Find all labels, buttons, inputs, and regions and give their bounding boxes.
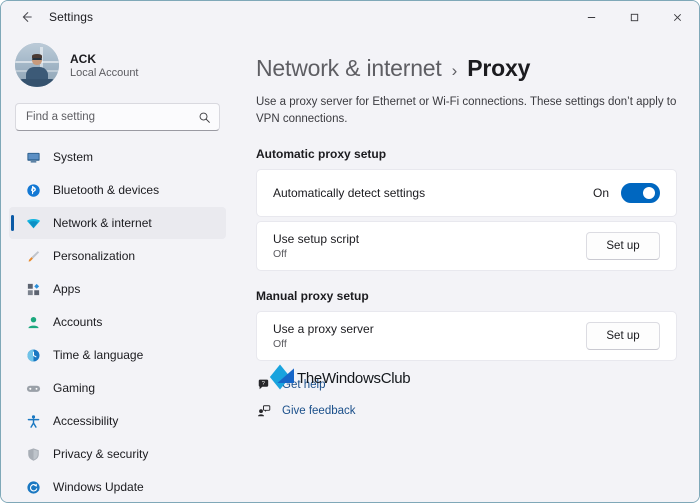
row-automatically-detect-settings: Automatically detect settings On <box>256 169 677 218</box>
minimize-icon <box>587 16 596 18</box>
sidebar-nav: System Bluetooth & devices Network & int… <box>1 139 234 502</box>
page-title: Proxy <box>467 55 531 81</box>
sidebar-item-time-language[interactable]: Time & language <box>9 339 226 371</box>
sidebar-item-accessibility[interactable]: Accessibility <box>9 405 226 437</box>
sidebar-item-windows-update[interactable]: Windows Update <box>9 471 226 502</box>
sidebar: ACK Local Account Find a setting System … <box>1 33 234 502</box>
sidebar-item-label: System <box>53 150 94 164</box>
sidebar-item-label: Accessibility <box>53 414 119 428</box>
sidebar-item-gaming[interactable]: Gaming <box>9 372 226 404</box>
sidebar-item-apps[interactable]: Apps <box>9 273 226 305</box>
window-body: ACK Local Account Find a setting System … <box>1 33 699 502</box>
row-sublabel: Off <box>273 338 287 351</box>
maximize-button[interactable] <box>613 1 656 33</box>
monitor-icon <box>25 149 41 165</box>
setup-script-set-up-button[interactable]: Set up <box>586 232 660 261</box>
search-box[interactable] <box>15 103 220 131</box>
gamepad-icon <box>25 380 41 396</box>
sidebar-item-accounts[interactable]: Accounts <box>9 306 226 338</box>
row-control: Set up <box>586 232 660 261</box>
row-use-setup-script: Use setup script Off Set up <box>256 221 677 272</box>
bluetooth-icon <box>25 182 41 198</box>
row-control: Set up <box>586 322 660 351</box>
sidebar-item-privacy-security[interactable]: Privacy & security <box>9 438 226 470</box>
sidebar-item-bluetooth-devices[interactable]: Bluetooth & devices <box>9 174 226 206</box>
maximize-icon <box>630 13 639 21</box>
window-controls <box>570 1 699 33</box>
proxy-server-set-up-button[interactable]: Set up <box>586 322 660 351</box>
main-content: Network & internet › Proxy Use a proxy s… <box>234 33 699 502</box>
account-text: ACK Local Account <box>70 52 139 79</box>
row-text: Use a proxy server Off <box>273 322 586 350</box>
row-control: On <box>592 183 660 204</box>
refresh-circle-icon <box>25 479 41 495</box>
wifi-icon <box>25 215 41 231</box>
back-arrow-icon <box>22 12 32 22</box>
breadcrumb-separator-icon: › <box>451 61 458 80</box>
footer-links: TheWindowsClub ? Get help Give feedback <box>256 364 677 419</box>
avatar <box>15 43 59 87</box>
back-button[interactable] <box>9 3 43 31</box>
clock-globe-icon <box>25 347 41 363</box>
page-description: Use a proxy server for Ethernet or Wi-Fi… <box>256 96 677 125</box>
account-subtitle: Local Account <box>70 66 139 79</box>
shield-icon <box>25 446 41 462</box>
auto-detect-toggle[interactable] <box>621 183 660 204</box>
feedback-person-icon <box>256 403 272 419</box>
sidebar-item-label: Time & language <box>53 348 144 362</box>
give-feedback-link-row[interactable]: Give feedback <box>256 403 677 419</box>
row-text: Automatically detect settings <box>273 186 593 200</box>
question-bubble-icon: ? <box>256 377 272 393</box>
breadcrumb: Network & internet › Proxy <box>256 55 677 82</box>
sidebar-item-label: Accounts <box>53 315 103 329</box>
sidebar-item-label: Bluetooth & devices <box>53 183 160 197</box>
search-icon <box>198 111 211 124</box>
get-help-link[interactable]: Get help <box>282 379 325 391</box>
get-help-link-row[interactable]: ? Get help <box>256 377 677 393</box>
account-card[interactable]: ACK Local Account <box>1 37 234 93</box>
app-title: Settings <box>49 10 94 24</box>
sidebar-item-label: Personalization <box>53 249 136 263</box>
svg-text:?: ? <box>262 382 265 388</box>
close-button[interactable] <box>656 1 699 33</box>
row-text: Use setup script Off <box>273 232 586 260</box>
apps-grid-icon <box>25 281 41 297</box>
search-input[interactable] <box>26 111 198 123</box>
sidebar-item-label: Windows Update <box>53 480 144 494</box>
sidebar-item-system[interactable]: System <box>9 141 226 173</box>
sidebar-item-label: Privacy & security <box>53 447 149 461</box>
search-wrapper <box>1 93 234 139</box>
section-title-manual: Manual proxy setup <box>256 289 369 304</box>
row-sublabel: Off <box>273 248 287 261</box>
toggle-knob <box>643 187 655 200</box>
row-label: Use setup script <box>273 232 360 247</box>
row-use-a-proxy-server: Use a proxy server Off Set up <box>256 311 677 362</box>
close-icon <box>673 13 682 21</box>
accessibility-person-icon <box>25 413 41 429</box>
sidebar-item-label: Apps <box>53 282 81 296</box>
account-name: ACK <box>70 51 96 66</box>
row-label: Use a proxy server <box>273 322 374 337</box>
breadcrumb-parent[interactable]: Network & internet <box>256 55 442 82</box>
sidebar-item-network-internet[interactable]: Network & internet <box>9 207 226 239</box>
row-label: Automatically detect settings <box>273 186 426 201</box>
sidebar-item-label: Gaming <box>53 381 96 395</box>
title-bar: Settings <box>1 1 699 33</box>
paintbrush-icon <box>25 248 41 264</box>
sidebar-item-personalization[interactable]: Personalization <box>9 240 226 272</box>
settings-window: Settings ACK Local Account Find a settin… <box>0 0 700 503</box>
toggle-state-label: On <box>592 186 609 201</box>
section-title-automatic: Automatic proxy setup <box>256 147 387 162</box>
person-icon <box>25 314 41 330</box>
sidebar-item-label: Network & internet <box>53 216 152 230</box>
give-feedback-link[interactable]: Give feedback <box>282 405 356 417</box>
minimize-button[interactable] <box>570 1 613 33</box>
